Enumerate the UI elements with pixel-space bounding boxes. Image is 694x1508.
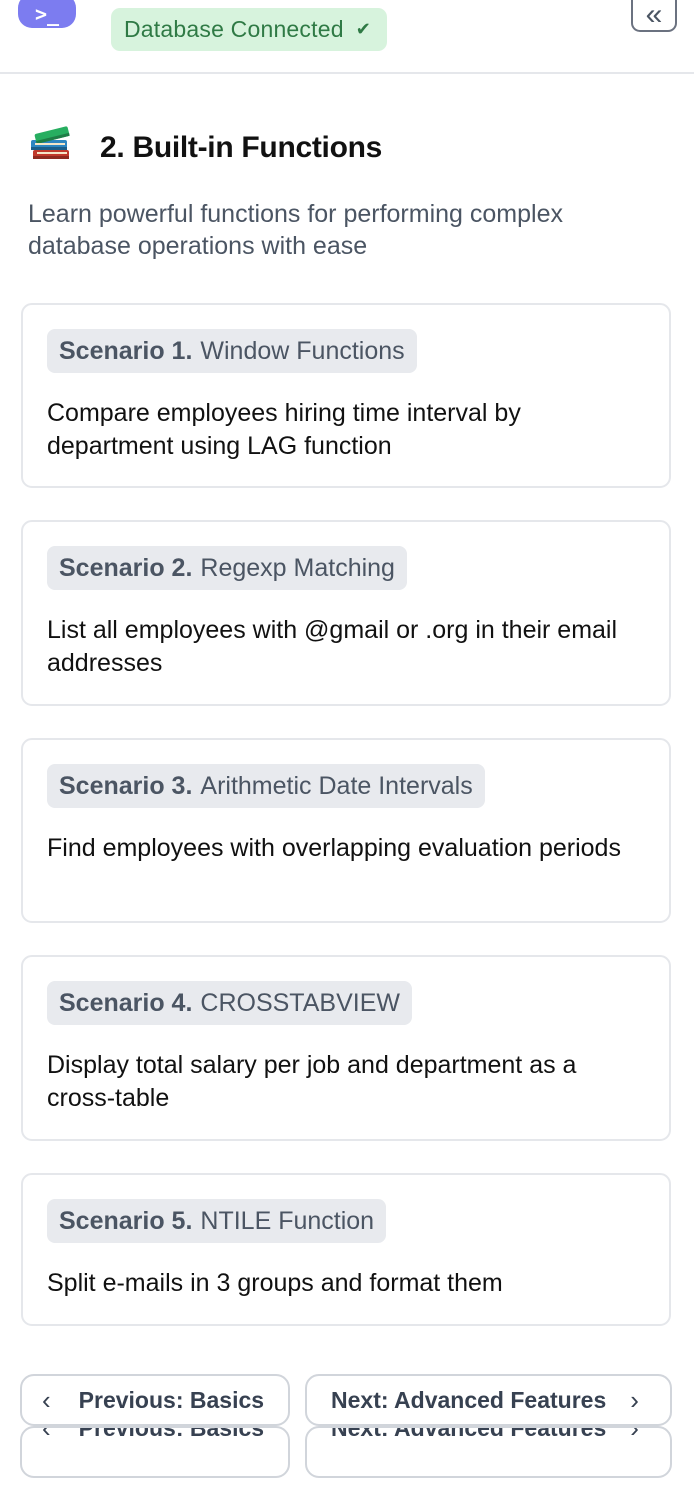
- scenario-tag: Scenario 5. NTILE Function: [47, 1199, 387, 1243]
- previous-button[interactable]: ‹ Previous: Basics: [20, 1374, 290, 1426]
- chevron-double-left-icon: «: [645, 0, 663, 31]
- next-button-duplicate[interactable]: Next: Advanced Features ›: [305, 1426, 672, 1478]
- chevron-right-icon: ›: [630, 1384, 639, 1415]
- check-icon: ✔: [355, 19, 371, 39]
- scenario-description: Split e-mails in 3 groups and format the…: [47, 1269, 503, 1297]
- scenario-number: Scenario 5.: [59, 1206, 193, 1235]
- scenario-tag: Scenario 2. Regexp Matching: [47, 546, 407, 590]
- scenario-description: Compare employees hiring time interval b…: [47, 399, 521, 460]
- scenario-name: NTILE Function: [200, 1206, 375, 1235]
- scenario-card-2[interactable]: Scenario 2. Regexp Matching List all emp…: [21, 520, 671, 706]
- chevron-left-icon: ‹: [42, 1384, 51, 1415]
- scenario-card-5[interactable]: Scenario 5. NTILE Function Split e-mails…: [21, 1173, 671, 1326]
- chevron-left-icon: ‹: [42, 1426, 51, 1443]
- database-status-badge: Database Connected ✔: [111, 8, 387, 51]
- scenario-tag: Scenario 3. Arithmetic Date Intervals: [47, 764, 485, 808]
- scenario-card-4[interactable]: Scenario 4. CROSSTABVIEW Display total s…: [21, 955, 671, 1141]
- previous-button-duplicate[interactable]: ‹ Previous: Basics: [20, 1426, 290, 1478]
- previous-button-label: Previous: Basics: [78, 1386, 265, 1413]
- next-button-label: Next: Advanced Features: [331, 1386, 607, 1413]
- status-text: Database Connected: [124, 16, 344, 42]
- previous-button-duplicate-content: ‹ Previous: Basics: [22, 1426, 288, 1454]
- collapse-sidebar-button[interactable]: «: [631, 0, 677, 32]
- scenario-name: Window Functions: [200, 336, 405, 365]
- section-subtitle: Learn powerful functions for performing …: [28, 200, 563, 260]
- scenario-number: Scenario 4.: [59, 988, 193, 1017]
- scenario-name: Regexp Matching: [200, 553, 395, 582]
- scenario-description: List all employees with @gmail or .org i…: [47, 616, 618, 677]
- next-button[interactable]: Next: Advanced Features ›: [305, 1374, 672, 1426]
- scenario-number: Scenario 3.: [59, 771, 193, 800]
- terminal-logo-icon[interactable]: >_: [18, 0, 76, 28]
- scenario-description: Find employees with overlapping evaluati…: [47, 834, 621, 862]
- logo-glyph: >_: [34, 2, 60, 26]
- scenario-tag: Scenario 4. CROSSTABVIEW: [47, 981, 412, 1025]
- section-title: 2. Built-in Functions: [100, 131, 383, 164]
- scenario-number: Scenario 2.: [59, 553, 193, 582]
- scenario-card-3[interactable]: Scenario 3. Arithmetic Date Intervals Fi…: [21, 738, 671, 923]
- chevron-right-icon: ›: [630, 1426, 639, 1443]
- scenario-card-1[interactable]: Scenario 1. Window Functions Compare emp…: [21, 303, 671, 488]
- scenario-number: Scenario 1.: [59, 336, 193, 365]
- books-icon: [28, 120, 74, 164]
- next-button-duplicate-label: Next: Advanced Features: [331, 1426, 607, 1441]
- scenario-description: Display total salary per job and departm…: [47, 1051, 577, 1112]
- top-bar: >_ Database Connected ✔ «: [0, 0, 694, 74]
- next-button-duplicate-content: Next: Advanced Features ›: [307, 1426, 670, 1454]
- scenario-name: CROSSTABVIEW: [200, 988, 400, 1017]
- scenario-name: Arithmetic Date Intervals: [200, 771, 473, 800]
- previous-button-duplicate-label: Previous: Basics: [78, 1426, 265, 1441]
- scenario-tag: Scenario 1. Window Functions: [47, 329, 417, 373]
